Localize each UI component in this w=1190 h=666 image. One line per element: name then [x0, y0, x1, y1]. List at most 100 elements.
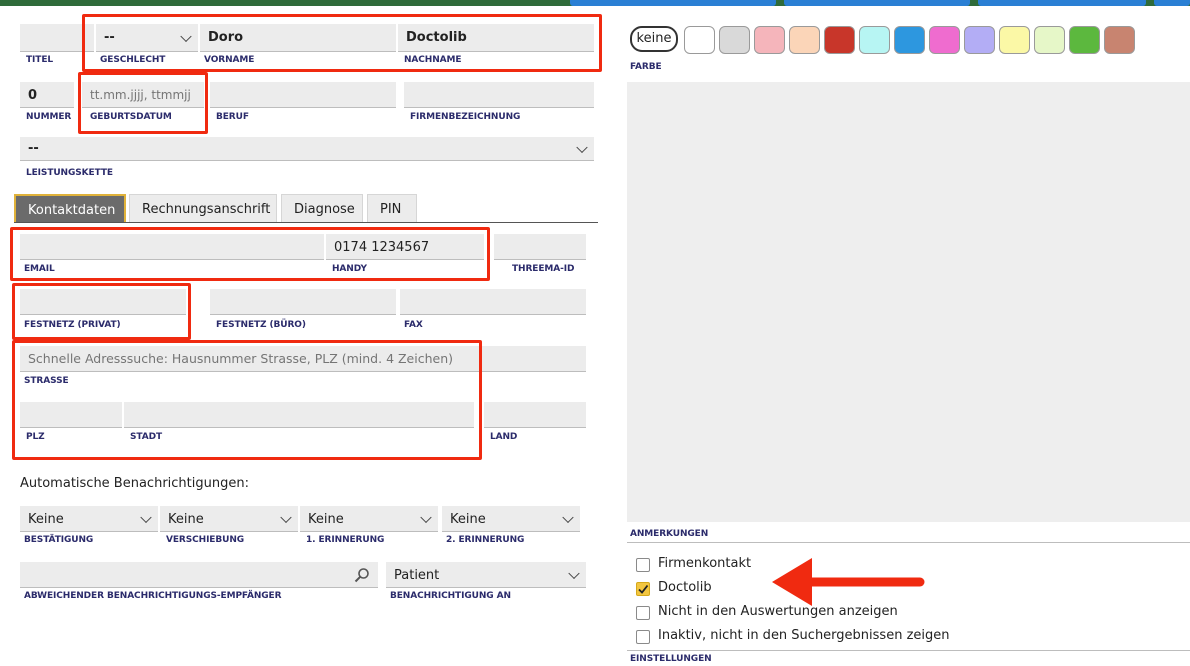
threema-label: THREEMA-ID	[512, 264, 575, 274]
titel-field[interactable]	[20, 24, 94, 52]
erinnerung1-select[interactable]: Keine	[300, 506, 438, 532]
color-swatch[interactable]	[1069, 26, 1100, 54]
color-swatch[interactable]	[894, 26, 925, 54]
top-toolbar	[0, 0, 1190, 6]
color-swatch[interactable]	[929, 26, 960, 54]
checkmark-icon	[638, 584, 649, 594]
festnetz-buero-field[interactable]	[210, 289, 396, 315]
tab-pin[interactable]: PIN	[367, 194, 417, 222]
geschlecht-select[interactable]: --	[96, 24, 198, 52]
erinnerung2-value: Keine	[450, 512, 486, 527]
titel-label: TITEL	[26, 55, 54, 65]
stadt-field[interactable]	[124, 402, 474, 428]
leistungskette-value: --	[28, 141, 39, 156]
verschiebung-select[interactable]: Keine	[160, 506, 298, 532]
color-swatch[interactable]	[999, 26, 1030, 54]
benachrichtigung-an-value: Patient	[394, 568, 440, 583]
farbe-label: FARBE	[630, 62, 662, 72]
doctolib-label: Doctolib	[658, 580, 712, 595]
erinnerung2-label: 2. ERINNERUNG	[446, 535, 525, 545]
anmerkungen-label: ANMERKUNGEN	[630, 529, 709, 539]
handy-label: HANDY	[332, 264, 367, 274]
tab-diagnose[interactable]: Diagnose	[281, 194, 363, 222]
einstellungen-label: EINSTELLUNGEN	[630, 654, 712, 664]
color-swatch[interactable]	[824, 26, 855, 54]
toolbar-button[interactable]	[978, 0, 1146, 6]
empfaenger-label: ABWEICHENDER BENACHRICHTIGUNGS-EMPFÄNGER	[24, 591, 282, 601]
beruf-field[interactable]	[210, 82, 396, 108]
nachname-label: NACHNAME	[404, 55, 462, 65]
doctolib-checkbox[interactable]	[636, 582, 650, 596]
geburtsdatum-input[interactable]	[82, 82, 204, 108]
email-field[interactable]	[20, 234, 324, 260]
vorname-field[interactable]: Doro	[200, 24, 396, 52]
land-field[interactable]	[484, 402, 586, 428]
chevron-down-icon	[420, 511, 432, 523]
leistungskette-select[interactable]: --	[20, 137, 594, 161]
strasse-label: STRASSE	[24, 376, 69, 386]
erinnerung1-label: 1. ERINNERUNG	[306, 535, 385, 545]
color-swatch[interactable]	[684, 26, 715, 54]
beruf-label: BERUF	[216, 112, 249, 122]
color-swatch[interactable]	[859, 26, 890, 54]
color-swatch[interactable]	[754, 26, 785, 54]
chevron-down-icon	[180, 30, 192, 42]
settings-divider	[627, 650, 1190, 651]
tab-kontaktdaten[interactable]: Kontaktdaten	[14, 194, 126, 222]
festnetz-privat-field[interactable]	[20, 289, 186, 315]
threema-field[interactable]	[494, 234, 586, 260]
bestaetigung-select[interactable]: Keine	[20, 506, 158, 532]
tabs-divider	[14, 222, 598, 223]
firmenbezeichnung-field[interactable]	[404, 82, 594, 108]
chevron-down-icon	[562, 511, 574, 523]
notes-divider	[627, 542, 1190, 543]
firmenkontakt-checkbox[interactable]	[636, 558, 650, 572]
color-swatch[interactable]	[719, 26, 750, 54]
chevron-down-icon	[280, 511, 292, 523]
nicht-auswertungen-checkbox[interactable]	[636, 606, 650, 620]
chevron-down-icon	[568, 567, 580, 579]
nummer-label: NUMMER	[26, 112, 72, 122]
inaktiv-checkbox[interactable]	[636, 630, 650, 644]
inaktiv-label: Inaktiv, nicht in den Suchergebnissen ze…	[658, 628, 950, 643]
fax-label: FAX	[404, 320, 423, 330]
festnetz-privat-label: FESTNETZ (PRIVAT)	[24, 320, 121, 330]
toolbar-button[interactable]	[784, 0, 970, 6]
anmerkungen-textarea[interactable]	[627, 82, 1190, 522]
color-keine-button[interactable]: keine	[630, 26, 678, 52]
leistungskette-label: LEISTUNGSKETTE	[26, 168, 113, 178]
tab-rechnungsanschrift[interactable]: Rechnungsanschrift	[129, 194, 277, 222]
nachname-field[interactable]: Doctolib	[398, 24, 594, 52]
verschiebung-label: VERSCHIEBUNG	[166, 535, 245, 545]
email-label: EMAIL	[24, 264, 55, 274]
empfaenger-search-field[interactable]	[20, 562, 378, 588]
benachrichtigung-an-label: BENACHRICHTIGUNG AN	[390, 591, 511, 601]
erinnerung1-value: Keine	[308, 512, 344, 527]
stadt-label: STADT	[130, 432, 162, 442]
fax-field[interactable]	[400, 289, 586, 315]
notifications-heading: Automatische Benachrichtigungen:	[20, 476, 249, 491]
verschiebung-value: Keine	[168, 512, 204, 527]
nummer-field[interactable]: 0	[20, 82, 74, 108]
firmenkontakt-label: Firmenkontakt	[658, 556, 752, 571]
red-arrow-left-icon	[772, 558, 925, 606]
toolbar-button[interactable]	[570, 0, 776, 6]
land-label: LAND	[490, 432, 518, 442]
chevron-down-icon	[576, 141, 588, 153]
benachrichtigung-an-select[interactable]: Patient	[386, 562, 586, 588]
vorname-label: VORNAME	[204, 55, 255, 65]
color-swatch[interactable]	[789, 26, 820, 54]
magnifier-icon[interactable]	[354, 567, 370, 583]
strasse-search-input[interactable]	[20, 346, 586, 372]
handy-field[interactable]: 0174 1234567	[326, 234, 484, 260]
toolbar-button[interactable]	[1154, 0, 1190, 6]
chevron-down-icon	[140, 511, 152, 523]
plz-field[interactable]	[20, 402, 122, 428]
color-swatch[interactable]	[964, 26, 995, 54]
color-swatch[interactable]	[1104, 26, 1135, 54]
bestaetigung-label: BESTÄTIGUNG	[24, 535, 94, 545]
erinnerung2-select[interactable]: Keine	[442, 506, 580, 532]
color-swatch[interactable]	[1034, 26, 1065, 54]
bestaetigung-value: Keine	[28, 512, 64, 527]
firmenbezeichnung-label: FIRMENBEZEICHNUNG	[410, 112, 521, 122]
